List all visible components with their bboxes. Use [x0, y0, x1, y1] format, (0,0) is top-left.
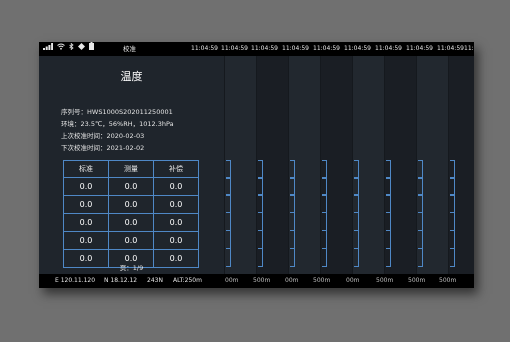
ghost-table-edge	[354, 248, 359, 267]
table-row[interactable]: 0.0 0.0 0.0	[63, 195, 199, 214]
ghost-table-edge	[322, 230, 327, 249]
ghost-table-edge	[226, 248, 231, 267]
ghost-table-edge	[290, 194, 295, 213]
ghost-clock: 11:04:59	[282, 45, 309, 52]
status-clock: 11:04:59	[191, 45, 218, 52]
ghost-distance: 500m	[439, 277, 457, 284]
cell-standard[interactable]: 0.0	[63, 195, 109, 214]
cell-standard[interactable]: 0.0	[63, 213, 109, 232]
ghost-clock: 11:04:59	[437, 45, 464, 52]
column-header-compensation: 补偿	[153, 160, 199, 178]
ghost-table-edge	[418, 230, 423, 249]
latitude: N 18.12.12	[104, 277, 138, 284]
ghost-table-edge	[418, 212, 423, 231]
ghost-distance: 500m	[253, 277, 271, 284]
column-header-measured: 测量	[108, 160, 154, 178]
battery-icon	[89, 42, 94, 56]
ghost-table-edge	[258, 230, 263, 249]
cell-compensation[interactable]: 0.0	[153, 231, 199, 250]
table-row[interactable]: 0.0 0.0 0.0	[63, 213, 199, 232]
next-calibration-date: 下次校准时间：2021-02-02	[61, 144, 145, 152]
cell-measured[interactable]: 0.0	[108, 231, 154, 250]
ghost-clock: 11:04:59	[221, 45, 248, 52]
ghost-table-edge	[450, 212, 455, 231]
bottom-status-bar: E 120.11.120 N 18.12.12 243N ALT:250m 00…	[39, 274, 474, 288]
column-header-standard: 标准	[63, 160, 109, 178]
ghost-clock: 11:04:59	[375, 45, 402, 52]
altitude: ALT:250m	[173, 277, 202, 284]
serial-number: 序列号：HWS1000S202011250001	[61, 108, 173, 116]
ghost-table-edge	[418, 194, 423, 213]
environment-info: 环境：23.5℃，56%RH，1012.3hPa	[61, 120, 174, 128]
device-screen: 校准 11:04:59 11:04:59 11:04:59 11:04:59 1…	[39, 42, 474, 288]
ghost-clock: 11:04:59	[251, 45, 278, 52]
ghost-table-edge	[450, 248, 455, 267]
cell-compensation[interactable]: 0.0	[153, 213, 199, 232]
calibration-table: 标准 测量 补偿 0.0 0.0 0.0 0.0 0.0 0.0 0.0 0.0…	[63, 160, 199, 268]
ghost-table-edge	[418, 248, 423, 267]
ghost-distance: 00m	[225, 277, 239, 284]
table-row[interactable]: 0.0 0.0 0.0	[63, 231, 199, 250]
status-bar: 校准 11:04:59 11:04:59 11:04:59 11:04:59 1…	[39, 42, 474, 56]
ghost-table-edge	[450, 230, 455, 249]
ghost-table-edge	[258, 212, 263, 231]
table-header-row: 标准 测量 补偿	[63, 160, 199, 178]
ghost-clock: 11:04:59	[464, 45, 474, 52]
ghost-table-edge	[226, 194, 231, 213]
status-title: 校准	[123, 45, 136, 53]
ghost-clock: 11:04:59	[406, 45, 433, 52]
ghost-clock: 11:04:59	[313, 45, 340, 52]
ghost-table-edge	[226, 230, 231, 249]
ghost-clock: 11:04:59	[344, 45, 371, 52]
cell-compensation[interactable]: 0.0	[153, 195, 199, 214]
ghost-table-edge	[290, 230, 295, 249]
calibration-panel: 温度 序列号：HWS1000S202011250001 环境：23.5℃，56%…	[39, 56, 224, 274]
ghost-table-edge	[354, 230, 359, 249]
ghost-table-edge	[354, 194, 359, 213]
table-row[interactable]: 0.0 0.0 0.0	[63, 177, 199, 196]
longitude: E 120.11.120	[55, 277, 96, 284]
ghost-table-edge	[322, 248, 327, 267]
ghost-table-edge	[386, 194, 391, 213]
cell-standard[interactable]: 0.0	[63, 177, 109, 196]
page-background: 校准 11:04:59 11:04:59 11:04:59 11:04:59 1…	[0, 0, 510, 342]
wifi-icon	[57, 42, 65, 56]
ghost-table-edge	[322, 194, 327, 213]
heading: 243N	[147, 277, 163, 284]
cell-compensation[interactable]: 0.0	[153, 177, 199, 196]
ghost-table-edge	[258, 194, 263, 213]
cell-standard[interactable]: 0.0	[63, 231, 109, 250]
ghost-distance: 00m	[285, 277, 299, 284]
ghost-table-edge	[322, 212, 327, 231]
ghost-table-edge	[290, 248, 295, 267]
ghost-table-edge	[354, 212, 359, 231]
cell-measured[interactable]: 0.0	[108, 177, 154, 196]
ghost-table-edge	[290, 212, 295, 231]
ghost-distance: 500m	[408, 277, 426, 284]
panel-title: 温度	[120, 70, 143, 83]
page-indicator: 页：1/9	[119, 264, 144, 272]
ghost-distance: 00m	[346, 277, 360, 284]
gps-icon	[78, 42, 85, 56]
ghost-table-edge	[226, 212, 231, 231]
ghost-table-edge	[386, 230, 391, 249]
ghost-table-edge	[258, 248, 263, 267]
cell-measured[interactable]: 0.0	[108, 213, 154, 232]
signal-icon	[43, 42, 53, 56]
ghost-table-edge	[386, 248, 391, 267]
bluetooth-icon	[69, 42, 74, 56]
ghost-table-edge	[386, 212, 391, 231]
ghost-distance: 500m	[376, 277, 394, 284]
cell-measured[interactable]: 0.0	[108, 195, 154, 214]
ghost-distance: 500m	[313, 277, 331, 284]
last-calibration-date: 上次校准时间：2020-02-03	[61, 132, 145, 140]
status-icons	[43, 42, 94, 56]
ghost-table-edge	[450, 194, 455, 213]
